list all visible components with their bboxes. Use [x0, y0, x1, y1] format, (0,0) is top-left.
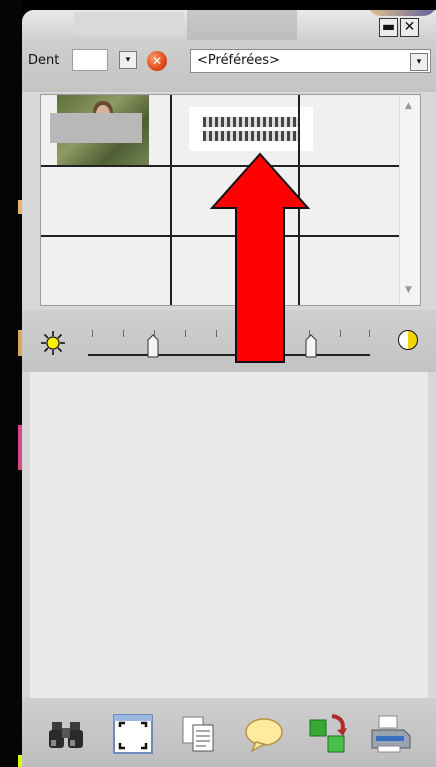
title-orb	[367, 10, 436, 16]
red-arrow-annotation	[210, 152, 310, 363]
dent-label: Dent	[28, 53, 60, 68]
printer-icon[interactable]	[368, 712, 412, 756]
title-bar[interactable]: ▬ ✕	[22, 10, 436, 40]
left-background-strip	[0, 0, 22, 767]
slider-tick	[340, 330, 341, 337]
favorites-dropdown-button[interactable]: ▾	[410, 53, 428, 71]
copy-pages-icon[interactable]	[176, 712, 220, 756]
chevron-down-icon: ▾	[125, 55, 131, 65]
top-toolbar: Dent ▾ ✕ <Préférées> ▾	[22, 40, 436, 92]
main-window: ▬ ✕ Dent ▾ ✕ <Préférées> ▾ ▲ ▼	[22, 10, 436, 767]
favorites-selected-value: <Préférées>	[197, 53, 280, 68]
chevron-down-icon: ▾	[416, 57, 422, 67]
dent-input[interactable]	[72, 49, 108, 71]
brightness-sun-icon	[41, 331, 65, 355]
close-button[interactable]: ✕	[400, 18, 419, 37]
photo-redaction	[50, 113, 142, 143]
patient-photo-thumbnail[interactable]	[50, 95, 149, 165]
contrast-icon	[398, 330, 418, 350]
comment-bubble-icon[interactable]	[242, 712, 286, 756]
grid-cell-photo[interactable]	[41, 95, 170, 165]
minimize-button[interactable]: ▬	[379, 18, 398, 37]
lower-teeth	[203, 131, 299, 141]
clear-button[interactable]: ✕	[147, 51, 167, 71]
xray-thumbnail[interactable]	[189, 107, 313, 151]
slider-tick	[123, 330, 124, 337]
close-icon: ✕	[151, 54, 163, 68]
fullscreen-icon[interactable]	[111, 712, 155, 756]
scroll-up-arrow[interactable]: ▲	[405, 101, 412, 111]
title-text-redacted	[74, 12, 184, 36]
binoculars-icon[interactable]	[44, 712, 88, 756]
grid-divider	[170, 95, 172, 305]
bottom-toolbar	[22, 698, 436, 767]
brightness-slider-thumb[interactable]	[147, 334, 159, 358]
slider-tick	[92, 330, 93, 337]
details-panel	[30, 372, 428, 698]
upper-teeth	[203, 117, 299, 127]
cubes-icon[interactable]	[306, 712, 350, 756]
slider-tick	[185, 330, 186, 337]
scroll-down-arrow[interactable]: ▼	[405, 285, 412, 295]
grid-scrollbar[interactable]: ▲ ▼	[399, 95, 420, 305]
dent-dropdown-button[interactable]: ▾	[119, 51, 137, 69]
slider-tick	[369, 330, 370, 337]
title-thumbnail	[187, 10, 436, 40]
favorites-select[interactable]: <Préférées> ▾	[190, 49, 431, 73]
